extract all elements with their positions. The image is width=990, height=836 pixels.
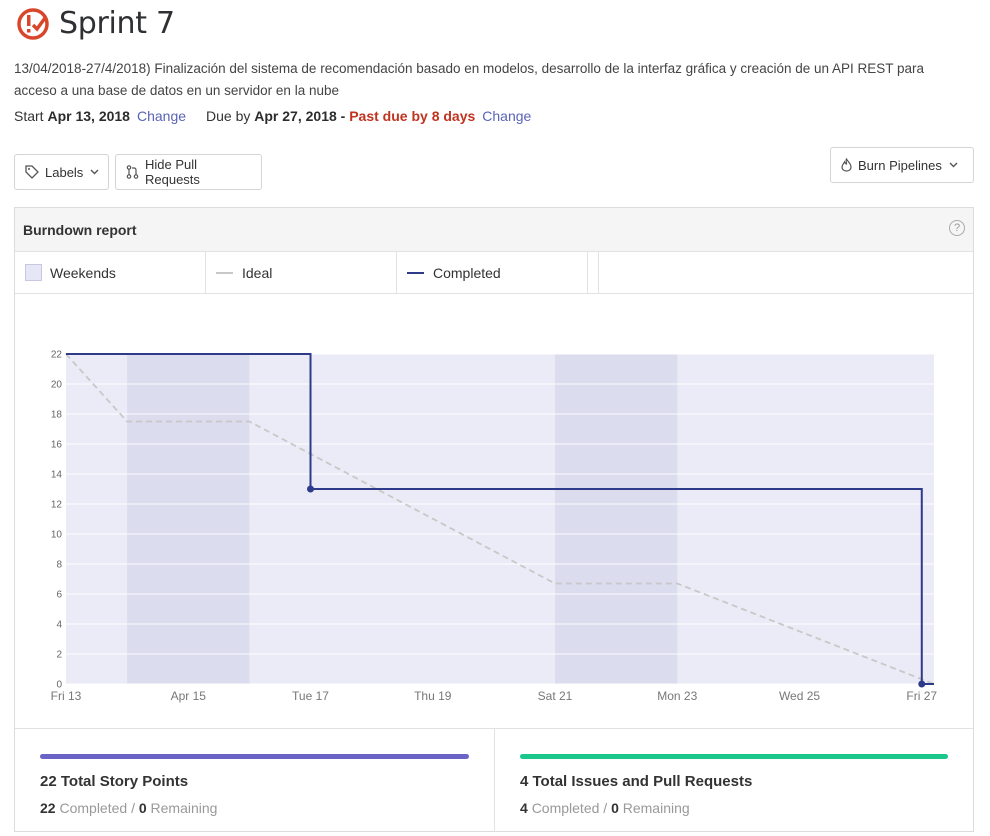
milestone-description: 13/04/2018-27/4/2018) Finalización del s…	[14, 61, 925, 98]
hide-prs-label: Hide Pull Requests	[145, 157, 200, 187]
x-tick-label: Tue 17	[292, 689, 329, 703]
chevron-down-icon	[90, 169, 99, 175]
x-tick-label: Fri 27	[906, 689, 937, 703]
due-label: Due by	[206, 108, 251, 124]
milestone-check-icon	[17, 7, 49, 40]
y-tick-label: 14	[51, 470, 63, 481]
y-tick-label: 10	[51, 530, 63, 541]
issues-remaining: 0	[611, 800, 619, 816]
issues-title: 4 Total Issues and Pull Requests	[520, 773, 753, 790]
flame-icon	[841, 158, 852, 172]
burndown-chart: 0246810121416182022Fri 13 Apr 15 Tue 17 Thu…	[51, 350, 938, 704]
completed-label: Completed	[59, 800, 128, 816]
change-start-link[interactable]: Change	[137, 108, 186, 124]
y-tick-label: 6	[56, 590, 62, 601]
weekend-swatch	[25, 264, 42, 281]
pull-request-icon	[126, 165, 139, 179]
x-tick-label: Apr 15	[171, 689, 207, 703]
chart-legend: Weekends Ideal Completed	[15, 252, 973, 294]
date-separator: -	[340, 108, 346, 124]
issues-progress-bar	[520, 754, 948, 759]
legend-ideal-label: Ideal	[242, 264, 273, 281]
y-tick-label: 12	[51, 500, 63, 511]
x-tick-label: Mon 23	[657, 689, 697, 703]
x-tick-label: Wed 25	[779, 689, 820, 703]
story-points-completed: 22	[40, 800, 56, 816]
burn-pipelines-label: Burn Pipelines	[858, 157, 942, 173]
x-tick-label: Sat 21	[538, 689, 573, 703]
due-date: Apr 27, 2018	[254, 108, 337, 124]
remaining-label: Remaining	[622, 800, 690, 816]
completed-line-swatch	[407, 271, 424, 274]
labels-label: Labels	[45, 164, 84, 180]
burn-pipelines-dropdown[interactable]: Burn Pipelines	[830, 147, 974, 183]
x-tick-label: Fri 13	[51, 689, 82, 703]
y-tick-label: 20	[51, 380, 63, 391]
story-points-title: 22 Total Story Points	[40, 773, 189, 790]
issues-breakdown: 4 Completed / 0 Remaining	[520, 800, 948, 816]
change-due-link[interactable]: Change	[482, 108, 531, 124]
y-tick-label: 4	[56, 620, 62, 631]
legend-weekends[interactable]: Weekends	[15, 252, 206, 293]
tag-icon	[25, 165, 39, 179]
completed-label: Completed	[531, 800, 600, 816]
x-tick-label: Thu 19	[414, 689, 452, 703]
completed-point	[307, 485, 315, 493]
separator: /	[603, 800, 608, 816]
y-tick-label: 2	[56, 650, 62, 661]
legend-completed-label: Completed	[433, 264, 501, 281]
y-tick-label: 8	[56, 560, 62, 571]
remaining-label: Remaining	[150, 800, 218, 816]
y-tick-label: 16	[51, 440, 63, 451]
page-title: Sprint 7	[59, 6, 175, 41]
y-tick-label: 18	[51, 410, 63, 421]
separator: /	[131, 800, 135, 816]
legend-completed[interactable]: Completed	[397, 252, 588, 293]
past-due-badge: Past due by 8 days	[349, 108, 476, 124]
issues-card: 4 Total Issues and Pull Requests 4 Compl…	[494, 729, 973, 832]
chevron-down-icon	[949, 162, 958, 168]
story-points-card: 22 Total Story Points 22 Completed / 0 R…	[15, 729, 494, 832]
milestone-dates: Start Apr 13, 2018 Change Due by Apr 27,…	[14, 108, 531, 124]
completed-point	[918, 680, 926, 688]
burndown-report-panel: Burndown report ? Weekends Ideal Complet…	[14, 207, 974, 832]
report-header: Burndown report ?	[15, 208, 973, 252]
weekend-band	[127, 354, 250, 684]
ideal-line-swatch	[216, 271, 233, 274]
story-points-breakdown: 22 Completed / 0 Remaining	[40, 800, 469, 816]
y-tick-label: 22	[51, 350, 63, 361]
story-points-remaining: 0	[138, 800, 147, 816]
story-points-progress-bar	[40, 754, 469, 759]
labels-dropdown[interactable]: Labels	[14, 154, 109, 190]
page-header: Sprint 7	[16, 6, 175, 41]
report-title: Burndown report	[23, 221, 137, 238]
help-icon[interactable]: ?	[949, 220, 965, 236]
summary-stats: 22 Total Story Points 22 Completed / 0 R…	[15, 728, 973, 832]
issues-completed: 4	[520, 800, 528, 816]
start-date: Apr 13, 2018	[47, 108, 130, 124]
legend-ideal[interactable]: Ideal	[206, 252, 397, 293]
legend-weekends-label: Weekends	[50, 264, 116, 281]
weekend-band	[555, 354, 678, 684]
hide-pull-requests-button[interactable]: Hide Pull Requests	[115, 154, 262, 190]
start-label: Start	[14, 108, 44, 124]
